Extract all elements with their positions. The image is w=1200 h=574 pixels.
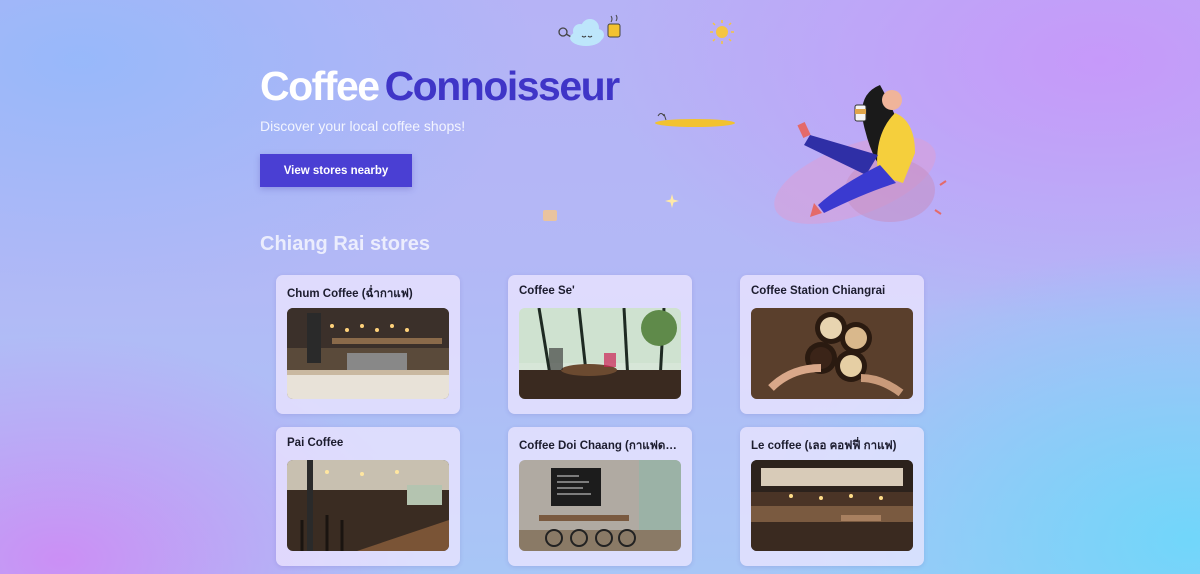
sparkle-icon [665,194,679,208]
store-card[interactable]: Coffee Doi Chaang (กาแฟดอยช้าง) [508,427,692,566]
store-card[interactable]: Coffee Station Chiangrai [740,275,924,414]
store-card-title: Coffee Station Chiangrai [751,285,886,297]
store-card-title: Coffee Doi Chaang (กาแฟดอยช้าง) [519,440,681,452]
section-title: Chiang Rai stores [260,233,431,255]
store-photo [751,460,913,551]
hero: Coffee Connoisseur Discover your local co… [260,62,621,134]
store-photo [287,308,449,399]
store-card-title: Pai Coffee [287,437,344,449]
store-photo [519,460,681,551]
store-photo [519,308,681,399]
person-drinking-coffee-illustration [774,85,947,224]
cloud-icon [558,14,621,46]
sun-icon [710,20,734,44]
store-photo [751,308,913,399]
title-word-connoisseur: Connoisseur [384,63,621,109]
store-card[interactable]: Le coffee (เลอ คอฟฟี่ กาแฟ) [740,427,924,566]
page-subtitle: Discover your local coffee shops! [260,118,466,134]
store-card[interactable]: Coffee Se' [508,275,692,414]
store-card-title: Chum Coffee (ฉ่ำกาแฟ) [287,288,413,300]
title-word-coffee: Coffee [260,63,380,109]
store-card[interactable]: Pai Coffee [276,427,460,566]
store-card[interactable]: Chum Coffee (ฉ่ำกาแฟ) [276,275,460,414]
store-photo [287,460,449,551]
page-title: Coffee Connoisseur [260,62,621,110]
store-card-title: Coffee Se' [519,285,575,297]
skateboard-decoration-icon [655,113,735,127]
leaf-icon [543,210,557,221]
view-stores-nearby-button[interactable]: View stores nearby [260,154,412,187]
store-card-title: Le coffee (เลอ คอฟฟี่ กาแฟ) [751,440,897,452]
